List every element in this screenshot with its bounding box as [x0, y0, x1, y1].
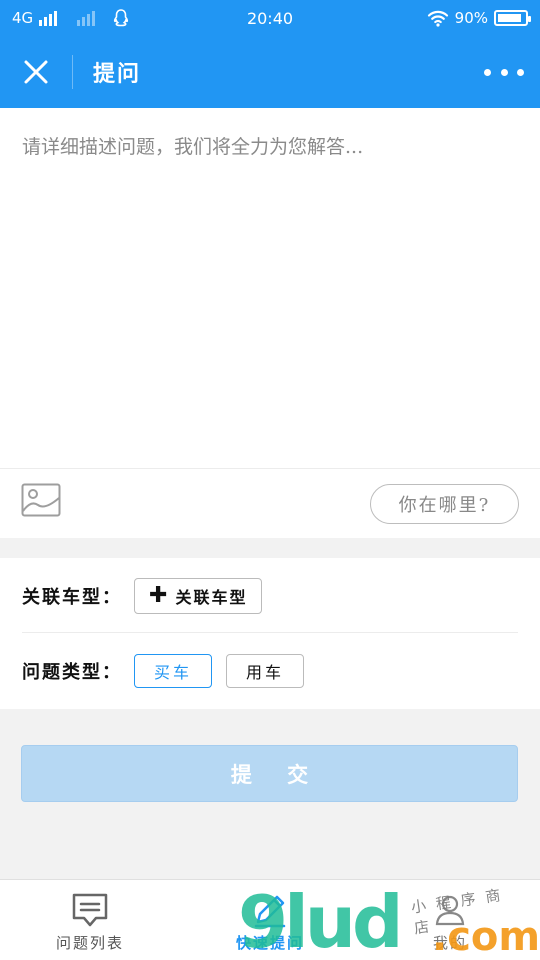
tab-mine[interactable]: 我的: [360, 880, 540, 960]
tab-quick-ask[interactable]: 快速提问: [180, 880, 360, 960]
type-button-buy-car[interactable]: 买车: [134, 653, 212, 688]
more-icon-dot: [484, 68, 491, 76]
add-image-button[interactable]: [21, 483, 61, 517]
question-type-label: 问题类型：: [22, 661, 122, 683]
car-model-label: 关联车型：: [22, 586, 122, 608]
submit-button[interactable]: 提 交: [21, 745, 518, 802]
status-left: 4G: [12, 8, 212, 28]
network-type: 4G: [12, 9, 34, 27]
battery-icon: [494, 10, 531, 26]
nav-bar: 提问: [0, 36, 540, 108]
battery-level: [498, 14, 521, 22]
user-icon: [435, 895, 465, 926]
tab-bar: 问题列表 快速提问 我的: [0, 879, 540, 960]
page-title: 提问: [93, 61, 142, 87]
status-right: 90%: [328, 9, 531, 27]
more-icon-dot: [517, 68, 524, 76]
tab-label: 问题列表: [55, 934, 124, 952]
tab-label: 快速提问: [235, 934, 304, 952]
status-time: 20:40: [246, 8, 294, 28]
tab-label: 我的: [432, 934, 467, 952]
qq-icon: [114, 9, 129, 27]
location-button[interactable]: 你在哪里?: [370, 484, 519, 524]
type-button-use-car[interactable]: 用车: [226, 653, 304, 688]
edit-icon: [254, 895, 286, 928]
tab-question-list[interactable]: 问题列表: [0, 880, 180, 960]
divider: [0, 468, 540, 469]
image-icon: [21, 483, 61, 517]
chat-list-icon: [72, 893, 108, 927]
car-model-row: 关联车型： ✚ 关联车型: [0, 558, 540, 633]
add-car-model-label: 关联车型: [175, 587, 248, 607]
wifi-icon: [427, 10, 448, 27]
signal-weak-icon: [77, 10, 96, 26]
nav-divider: [72, 55, 73, 89]
more-button[interactable]: [484, 58, 524, 86]
question-panel: 你在哪里?: [0, 108, 540, 538]
options-panel: 关联车型： ✚ 关联车型 问题类型： 买车 用车: [0, 558, 540, 709]
signal-icon: [39, 10, 58, 26]
close-button[interactable]: [0, 36, 72, 108]
question-type-row: 问题类型： 买车 用车: [0, 633, 540, 708]
add-car-model-button[interactable]: ✚ 关联车型: [134, 577, 263, 614]
plus-icon: ✚: [149, 582, 170, 608]
question-input[interactable]: [0, 108, 540, 468]
more-icon-dot: [500, 68, 508, 76]
battery-percent: 90%: [454, 9, 488, 27]
status-bar: 4G 20:40 90%: [0, 0, 540, 36]
close-icon: [24, 60, 48, 84]
